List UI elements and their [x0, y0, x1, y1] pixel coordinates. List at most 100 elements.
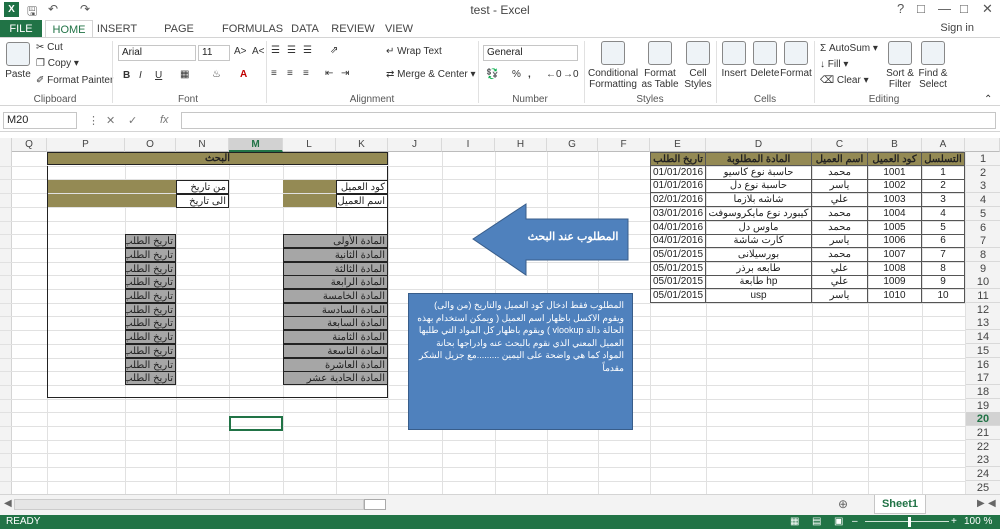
- tab-scroll-left-icon[interactable]: ◀: [988, 498, 996, 509]
- cancel-icon[interactable]: ✕: [106, 114, 115, 127]
- zoom-in-icon[interactable]: +: [951, 515, 957, 529]
- cut-button[interactable]: ✂ Cut: [36, 42, 63, 53]
- format-cells-button[interactable]: Format: [780, 41, 812, 79]
- row-header-7[interactable]: 7: [965, 234, 1000, 249]
- minimize-icon[interactable]: —: [938, 1, 951, 16]
- row-header-4[interactable]: 4: [965, 193, 1000, 208]
- tab-file[interactable]: FILE: [0, 20, 42, 38]
- row-header-18[interactable]: 18: [965, 384, 1000, 399]
- row-header-3[interactable]: 3: [965, 179, 1000, 194]
- zoom-slider[interactable]: [865, 521, 949, 522]
- row-header-23[interactable]: 23: [965, 453, 1000, 468]
- column-header-b[interactable]: B: [868, 138, 922, 152]
- row-header-21[interactable]: 21: [965, 426, 1000, 440]
- grow-font-icon[interactable]: A˃: [234, 46, 247, 57]
- column-header-e[interactable]: E: [650, 138, 706, 152]
- tab-formulas[interactable]: FORMULAS: [222, 20, 283, 38]
- row-header-17[interactable]: 17: [965, 371, 1000, 386]
- sign-in-link[interactable]: Sign in: [940, 22, 974, 34]
- formula-input[interactable]: [181, 112, 996, 129]
- column-header-o[interactable]: O: [125, 138, 176, 152]
- horizontal-scrollbar[interactable]: [14, 499, 364, 510]
- insert-cells-button[interactable]: Insert: [719, 41, 749, 79]
- fill-color-icon[interactable]: ♨: [212, 69, 221, 80]
- font-name-select[interactable]: Arial: [118, 45, 196, 61]
- row-header-1[interactable]: 1: [965, 152, 1000, 166]
- italic-button[interactable]: I: [139, 70, 142, 81]
- column-header-p[interactable]: P: [47, 138, 125, 152]
- column-header-d[interactable]: D: [706, 138, 812, 152]
- ribbon-display-icon[interactable]: □: [917, 1, 925, 16]
- autosum-button[interactable]: Σ AutoSum ▾: [820, 43, 878, 54]
- align-top-icon[interactable]: ☰: [271, 45, 280, 56]
- delete-cells-button[interactable]: Delete: [750, 41, 780, 79]
- format-painter-button[interactable]: ✐ Format Painter: [36, 75, 113, 86]
- column-header-m[interactable]: M: [229, 138, 283, 152]
- tab-home[interactable]: HOME: [45, 20, 93, 38]
- insert-function-button[interactable]: fx: [160, 114, 169, 126]
- format-as-table-button[interactable]: Format as Table: [640, 41, 680, 90]
- row-header-2[interactable]: 2: [965, 165, 1000, 180]
- align-left-icon[interactable]: ≡: [271, 68, 277, 79]
- copy-button[interactable]: ❐ Copy ▾: [36, 58, 79, 69]
- tab-view[interactable]: VIEW: [383, 20, 415, 38]
- column-header-g[interactable]: G: [547, 138, 598, 152]
- sheet-tab-sheet1[interactable]: Sheet1: [874, 495, 926, 514]
- maximize-icon[interactable]: □: [960, 1, 968, 16]
- row-header-14[interactable]: 14: [965, 330, 1000, 345]
- row-header-5[interactable]: 5: [965, 206, 1000, 221]
- row-header-10[interactable]: 10: [965, 275, 1000, 290]
- comma-button[interactable]: ,: [528, 69, 531, 80]
- column-header-j[interactable]: J: [388, 138, 442, 152]
- row-header-9[interactable]: 9: [965, 261, 1000, 276]
- column-header-l[interactable]: L: [283, 138, 336, 152]
- enter-icon[interactable]: ✓: [128, 114, 137, 127]
- row-header-24[interactable]: 24: [965, 467, 1000, 482]
- row-header-12[interactable]: 12: [965, 302, 1000, 317]
- wrap-text-button[interactable]: ↵ Wrap Text: [386, 46, 442, 57]
- align-middle-icon[interactable]: ☰: [287, 45, 296, 56]
- tab-scroll-right-icon[interactable]: ▶: [977, 498, 985, 509]
- row-header-16[interactable]: 16: [965, 357, 1000, 372]
- collapse-ribbon-icon[interactable]: ⌃: [984, 94, 992, 105]
- clear-button[interactable]: ⌫ Clear ▾: [820, 75, 869, 86]
- column-header-k[interactable]: K: [336, 138, 388, 152]
- increase-indent-icon[interactable]: ⇥: [341, 68, 349, 79]
- merge-center-button[interactable]: ⇄ Merge & Center ▾: [386, 69, 476, 80]
- row-header-15[interactable]: 15: [965, 343, 1000, 358]
- row-header-25[interactable]: 25: [965, 480, 1000, 495]
- underline-button[interactable]: U: [155, 70, 162, 81]
- selected-cell-m20[interactable]: [229, 416, 283, 431]
- paste-button[interactable]: Paste: [4, 42, 32, 80]
- bold-button[interactable]: B: [123, 70, 130, 81]
- row-header-6[interactable]: 6: [965, 220, 1000, 235]
- row-header-20[interactable]: 20: [965, 412, 1000, 427]
- percent-button[interactable]: %: [512, 69, 521, 80]
- tab-review[interactable]: REVIEW: [330, 20, 376, 38]
- increase-decimal-icon[interactable]: ←0: [546, 69, 562, 80]
- new-sheet-icon[interactable]: ⊕: [838, 497, 848, 511]
- conditional-formatting-button[interactable]: Conditional Formatting: [588, 41, 638, 90]
- close-icon[interactable]: ✕: [982, 1, 993, 17]
- fill-button[interactable]: ↓ Fill ▾: [820, 59, 848, 70]
- help-icon[interactable]: ?: [897, 1, 904, 16]
- font-color-icon[interactable]: A: [240, 69, 247, 80]
- row-header-8[interactable]: 8: [965, 247, 1000, 262]
- name-box[interactable]: M20: [3, 112, 77, 129]
- decrease-decimal-icon[interactable]: →0: [563, 69, 579, 80]
- normal-view-icon[interactable]: ▦: [790, 515, 799, 529]
- borders-icon[interactable]: ▦: [180, 69, 189, 80]
- row-header-13[interactable]: 13: [965, 316, 1000, 331]
- column-header-q[interactable]: Q: [12, 138, 47, 152]
- column-header-h[interactable]: H: [495, 138, 547, 152]
- column-header-i[interactable]: I: [442, 138, 495, 152]
- column-header-n[interactable]: N: [176, 138, 229, 152]
- tab-data[interactable]: DATA: [287, 20, 323, 38]
- align-center-icon[interactable]: ≡: [287, 68, 293, 79]
- currency-icon[interactable]: 💱: [486, 69, 498, 80]
- tab-insert[interactable]: INSERT: [96, 20, 138, 38]
- row-header-19[interactable]: 19: [965, 398, 1000, 413]
- orientation-icon[interactable]: ⇗: [330, 45, 338, 56]
- cell-styles-button[interactable]: Cell Styles: [682, 41, 714, 90]
- column-header-a[interactable]: A: [922, 138, 965, 152]
